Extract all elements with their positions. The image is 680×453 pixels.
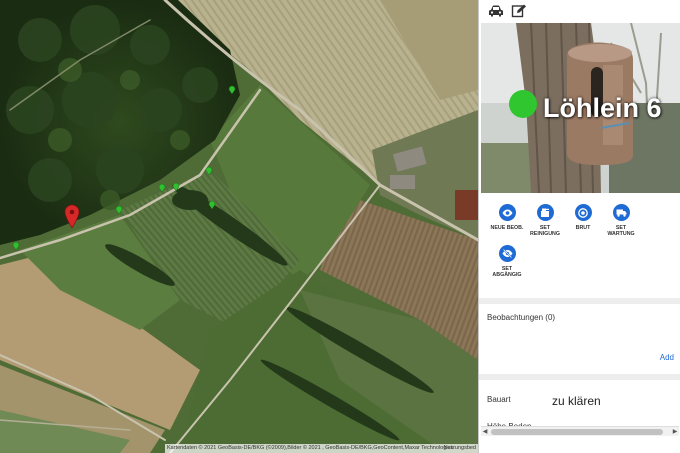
set-cleaning-button[interactable]: SET REINIGUNG <box>525 204 565 237</box>
field-label-bauart: Bauart <box>487 395 511 404</box>
map-attribution: Kartendaten © 2021 GeoBasis-DE/BKG (©200… <box>165 444 478 453</box>
action-label: BRUT <box>575 225 591 231</box>
car-icon[interactable] <box>488 4 504 18</box>
scrollbar-thumb[interactable] <box>491 429 663 435</box>
cleaning-icon <box>541 208 549 217</box>
target-icon <box>578 207 588 218</box>
nestbox-photo: Löhlein 6 <box>481 23 680 193</box>
field-value-bauart[interactable]: zu klären <box>552 394 601 408</box>
attribution-text: Kartendaten © 2021 GeoBasis-DE/BKG (©200… <box>167 445 454 451</box>
brood-button[interactable]: BRUT <box>563 204 603 231</box>
satellite-map[interactable]: Kartendaten © 2021 GeoBasis-DE/BKG (©200… <box>0 0 478 453</box>
set-abandoned-button[interactable]: SET ABGÄNGIG <box>487 245 527 278</box>
map-imagery <box>0 0 478 453</box>
panel-toolbar <box>479 0 680 23</box>
section-divider <box>479 298 680 304</box>
eye-icon <box>502 209 512 216</box>
scroll-left-icon[interactable]: ◀ <box>481 428 489 436</box>
detail-panel: Löhlein 6 NEUE BEOB. SET REINIGUNG BRUT … <box>478 0 680 453</box>
set-maintenance-button[interactable]: SET WARTUNG <box>601 204 641 237</box>
truck-icon <box>616 209 626 217</box>
action-label: SET REINIGUNG <box>529 225 561 237</box>
action-label: SET WARTUNG <box>607 225 635 237</box>
add-observation-link[interactable]: Add <box>660 353 674 362</box>
eye-off-icon <box>502 249 512 258</box>
edit-icon[interactable] <box>511 4 527 18</box>
terms-link[interactable]: Nutzungsbed <box>444 444 476 453</box>
action-label: NEUE BEOB. <box>490 225 524 231</box>
observations-title: Beobachtungen (0) <box>487 313 556 322</box>
section-divider <box>479 374 680 380</box>
status-dot <box>509 90 537 118</box>
action-label: SET ABGÄNGIG <box>492 266 522 278</box>
nestbox-title: Löhlein 6 <box>543 93 662 123</box>
new-observation-button[interactable]: NEUE BEOB. <box>487 204 527 231</box>
horizontal-scrollbar[interactable]: ◀ ▶ <box>481 426 679 436</box>
scroll-right-icon[interactable]: ▶ <box>671 428 679 436</box>
